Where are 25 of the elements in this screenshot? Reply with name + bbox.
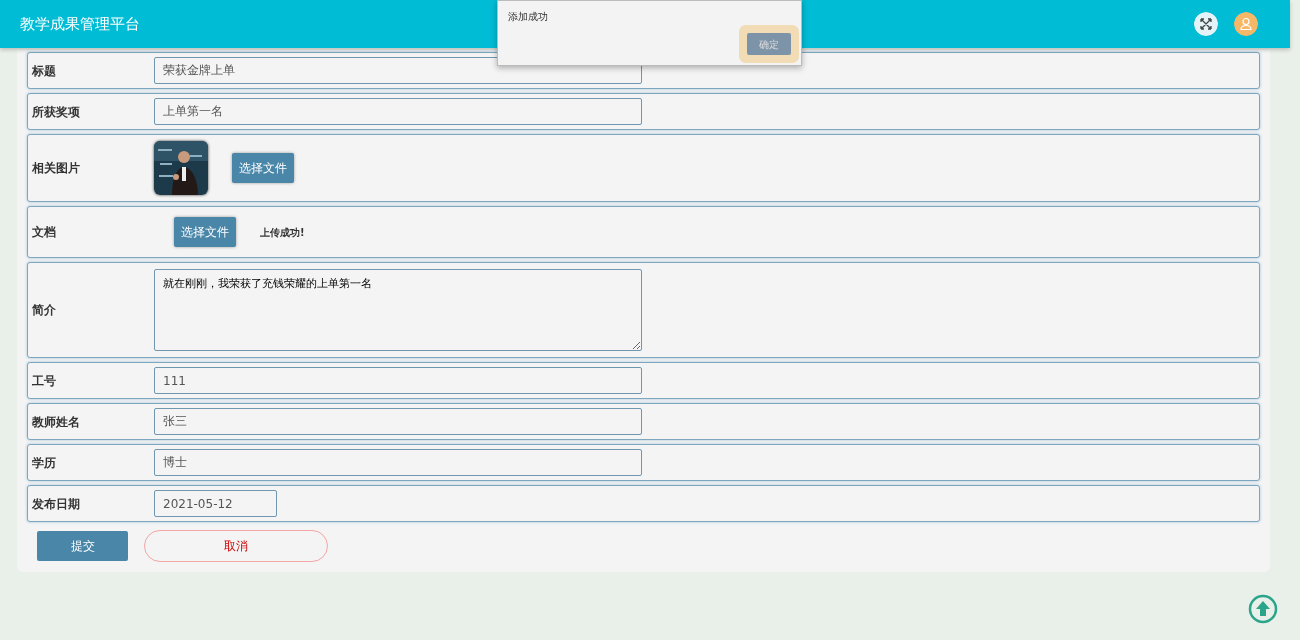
text-field[interactable]: 上单第一名 bbox=[154, 98, 642, 125]
text-field[interactable]: 张三 bbox=[154, 408, 642, 435]
field-label: 相关图片 bbox=[32, 160, 81, 177]
choose-file-button[interactable]: 选择文件 bbox=[232, 153, 294, 183]
textarea-field[interactable]: 就在刚刚，我荣获了充钱荣耀的上单第一名 bbox=[154, 269, 642, 351]
field-label: 学历 bbox=[32, 454, 57, 472]
date-field[interactable]: 2021-05-12 bbox=[154, 490, 277, 517]
user-avatar-icon[interactable] bbox=[1234, 12, 1258, 36]
field-label: 标题 bbox=[32, 62, 57, 80]
dialog-message: 添加成功 bbox=[508, 10, 549, 24]
text-field[interactable]: 111 bbox=[154, 367, 642, 394]
field-label: 所获奖项 bbox=[32, 103, 81, 121]
app-title: 教学成果管理平台 bbox=[20, 13, 140, 35]
submit-button[interactable]: 提交 bbox=[37, 531, 128, 561]
field-label: 文档 bbox=[32, 224, 57, 241]
field-label: 简介 bbox=[32, 302, 57, 319]
field-label: 教师姓名 bbox=[32, 413, 81, 431]
text-field[interactable]: 博士 bbox=[154, 449, 642, 476]
scroll-top-icon[interactable] bbox=[1248, 594, 1278, 624]
upload-status: 上传成功! bbox=[260, 225, 305, 240]
fullscreen-icon[interactable] bbox=[1194, 12, 1218, 36]
cancel-button[interactable]: 取消 bbox=[144, 530, 328, 562]
field-label: 发布日期 bbox=[32, 495, 81, 513]
choose-file-button[interactable]: 选择文件 bbox=[174, 217, 236, 247]
field-label: 工号 bbox=[32, 372, 57, 390]
